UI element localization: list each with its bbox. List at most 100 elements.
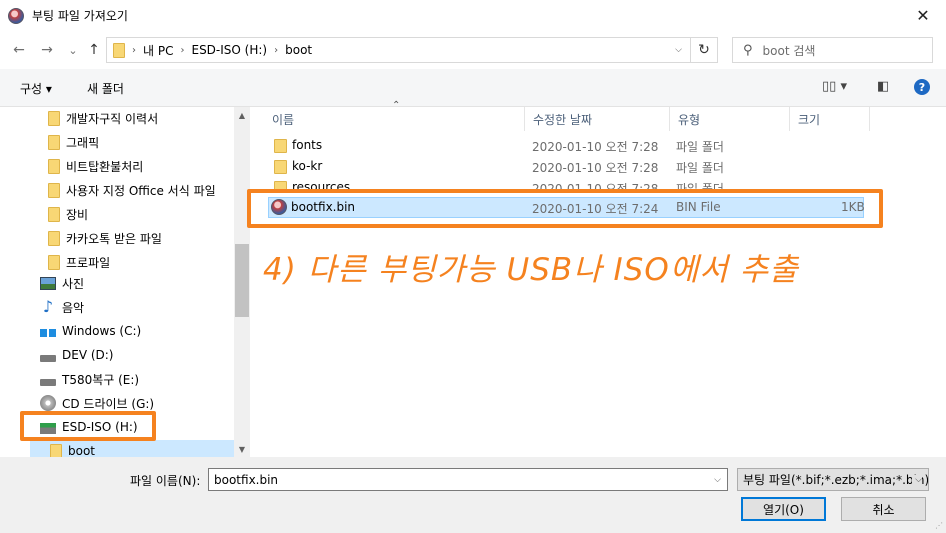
file-name: fonts	[292, 138, 323, 152]
breadcrumb-item[interactable]: ESD-ISO (H:)	[191, 43, 267, 57]
folder-icon	[113, 42, 125, 58]
tree-item-drive-d[interactable]: DEV (D:)	[40, 344, 114, 366]
file-date: 2020-01-10 오전 7:24	[532, 202, 659, 216]
tree-item-drive-h[interactable]: ESD-ISO (H:)	[40, 416, 138, 438]
chevron-down-icon[interactable]: ⌵	[714, 475, 721, 485]
file-row[interactable]: resources 2020-01-10 오전 7:28 파일 폴더	[268, 177, 864, 190]
drive-icon	[40, 378, 56, 386]
tree-item-folder[interactable]: 그래픽	[48, 131, 99, 153]
filetype-value: 부팅 파일(*.bif;*.ezb;*.ima;*.bin)	[743, 473, 929, 487]
search-input[interactable]: boot 검색	[763, 42, 816, 59]
chevron-down-icon[interactable]: ⌵	[675, 45, 682, 55]
tree-item-folder[interactable]: 장비	[48, 203, 88, 225]
column-header-name[interactable]: 이름	[264, 107, 525, 131]
tree-item-folder[interactable]: 사용자 지정 Office 서식 파일	[48, 179, 216, 201]
file-type: 파일 폴더	[676, 161, 724, 175]
file-type: 파일 폴더	[676, 140, 724, 154]
forward-button[interactable]: →	[38, 39, 56, 61]
back-button[interactable]: ←	[10, 39, 28, 61]
window-title: 부팅 파일 가져오기	[32, 9, 128, 23]
tree-item-boot[interactable]: boot	[30, 440, 234, 457]
tree-item-label: 사용자 지정 Office 서식 파일	[66, 183, 216, 198]
chevron-right-icon: ›	[274, 44, 279, 56]
view-options-icon[interactable]: ▯▯ ▾	[822, 79, 847, 94]
file-row[interactable]: fonts 2020-01-10 오전 7:28 파일 폴더	[268, 135, 864, 156]
file-row-selected[interactable]: bootfix.bin 2020-01-10 오전 7:24 BIN File …	[268, 197, 865, 218]
folder-icon	[274, 181, 287, 190]
column-header-type[interactable]: 유형	[670, 107, 790, 131]
tree-item-folder[interactable]: 프로파일	[48, 251, 110, 273]
tree-item-folder[interactable]: 카카오톡 받은 파일	[48, 227, 162, 249]
file-type: BIN File	[676, 200, 721, 214]
address-bar[interactable]: › 내 PC › ESD-ISO (H:) › boot ⌵	[106, 37, 691, 63]
filename-input[interactable]: bootfix.bin	[214, 473, 278, 487]
new-folder-button[interactable]: 새 폴더	[87, 80, 124, 97]
windows-drive-icon	[40, 329, 56, 337]
drive-icon	[40, 354, 56, 362]
tree-item-drive-e[interactable]: T580복구 (E:)	[40, 368, 139, 390]
filetype-select[interactable]: 부팅 파일(*.bif;*.ezb;*.ima;*.bin) ⌵	[737, 468, 929, 491]
refresh-button[interactable]: ↻	[691, 37, 718, 63]
folder-icon	[48, 206, 60, 222]
bin-file-icon	[271, 199, 287, 218]
organize-button[interactable]: 구성 ▾	[20, 80, 52, 97]
navigation-scrollbar[interactable]: ▲ ▼	[234, 107, 250, 457]
file-date: 2020-01-10 오전 7:28	[532, 140, 659, 154]
preview-pane-icon[interactable]: ◧	[877, 79, 889, 94]
scrollbar-thumb[interactable]	[235, 244, 249, 317]
tree-item-label: CD 드라이브 (G:)	[62, 396, 155, 411]
close-button[interactable]: ✕	[900, 0, 946, 31]
folder-icon	[48, 158, 60, 174]
annotation-text: 4) 다른 부팅가능 USB나 ISO에서 추출	[263, 252, 799, 288]
breadcrumb-item[interactable]: 내 PC	[143, 42, 173, 59]
tree-item-folder[interactable]: 개발자구직 이력서	[48, 107, 158, 129]
tree-item-drive-g[interactable]: CD 드라이브 (G:)	[40, 392, 154, 414]
usb-drive-icon	[40, 423, 56, 434]
navigation-bar: ← → ⌄ ↑ › 내 PC › ESD-ISO (H:) › boot ⌵ ↻…	[0, 31, 946, 69]
file-size: 1KB	[841, 200, 865, 214]
pictures-icon	[40, 276, 56, 290]
command-bar: 구성 ▾ 새 폴더 ▯▯ ▾ ◧	[0, 69, 946, 107]
help-icon[interactable]: ?	[914, 79, 930, 95]
tree-item-pictures[interactable]: 사진	[40, 272, 84, 294]
folder-icon	[48, 110, 60, 126]
breadcrumb-item[interactable]: boot	[285, 43, 312, 57]
folder-icon	[48, 182, 60, 198]
tree-item-label: DEV (D:)	[62, 348, 114, 362]
scroll-down-arrow-icon[interactable]: ▼	[234, 441, 250, 457]
folder-icon	[48, 134, 60, 150]
column-header-size[interactable]: 크기	[790, 107, 870, 131]
file-date: 2020-01-10 오전 7:28	[532, 161, 659, 175]
file-type: 파일 폴더	[676, 182, 724, 190]
scroll-up-arrow-icon[interactable]: ▲	[234, 107, 250, 123]
file-row[interactable]: ko-kr 2020-01-10 오전 7:28 파일 폴더	[268, 156, 864, 177]
tree-item-music[interactable]: ♪ 음악	[40, 296, 84, 318]
cancel-button[interactable]: 취소	[841, 497, 926, 521]
folder-icon	[274, 139, 287, 156]
filename-field[interactable]: bootfix.bin ⌵	[208, 468, 728, 491]
file-name: bootfix.bin	[291, 200, 356, 214]
tree-item-label: 사진	[62, 276, 85, 291]
navigation-pane: 개발자구직 이력서 그래픽 비트탑환불처리 사용자 지정 Office 서식 파…	[0, 107, 234, 457]
tree-item-folder[interactable]: 비트탑환불처리	[48, 155, 143, 177]
search-icon: ⚲	[743, 42, 753, 58]
resize-grip-icon[interactable]: ⋰	[935, 521, 943, 530]
app-icon	[8, 7, 24, 24]
tree-item-drive-c[interactable]: Windows (C:)	[40, 320, 141, 342]
tree-item-label: boot	[68, 444, 96, 457]
music-icon: ♪	[42, 297, 54, 316]
open-button[interactable]: 열기(O)	[741, 497, 826, 521]
column-header-date[interactable]: 수정한 날짜	[525, 107, 670, 131]
search-box[interactable]: ⚲ boot 검색	[732, 37, 933, 63]
tree-item-label: 프로파일	[66, 255, 111, 270]
file-name: ko-kr	[292, 159, 323, 173]
title-bar: 부팅 파일 가져오기 ✕	[0, 0, 946, 31]
folder-icon	[50, 443, 62, 457]
up-button[interactable]: ↑	[85, 39, 103, 61]
chevron-right-icon: ›	[180, 44, 185, 56]
recent-locations-button[interactable]: ⌄	[64, 39, 82, 61]
tree-item-label: 음악	[62, 300, 85, 315]
chevron-down-icon[interactable]: ⌵	[912, 474, 922, 485]
chevron-right-icon: ›	[132, 44, 136, 56]
tree-item-label: 장비	[66, 207, 89, 222]
